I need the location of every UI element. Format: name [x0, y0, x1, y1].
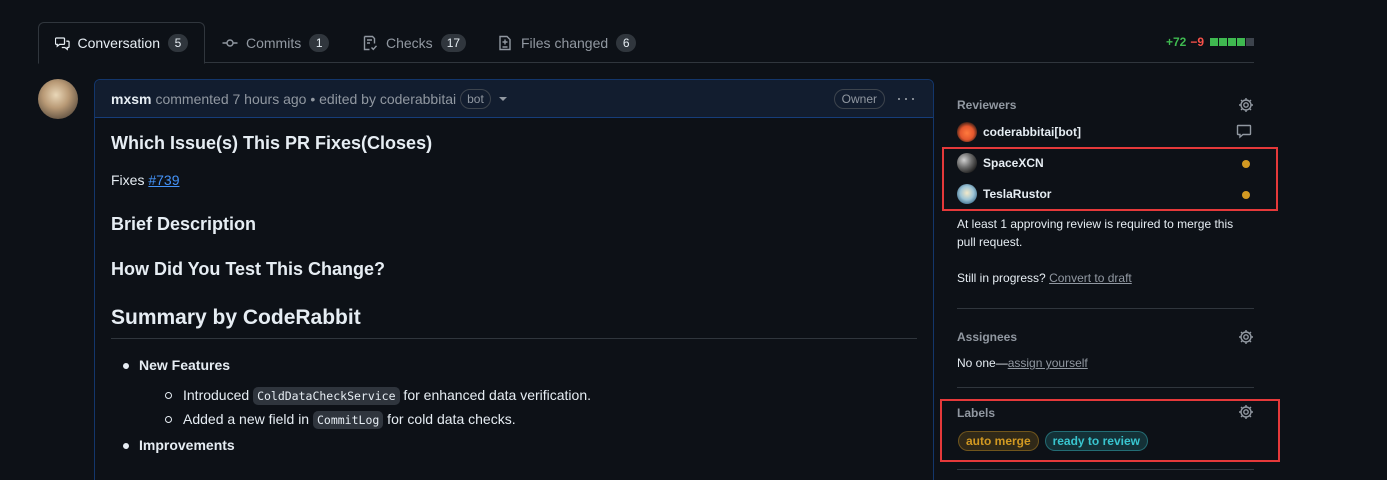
- divider: [957, 469, 1254, 470]
- diff-additions: +72: [1165, 35, 1187, 49]
- draft-hint: Still in progress? Convert to draft: [957, 269, 1132, 287]
- tab-counter: 17: [440, 33, 467, 52]
- diff-bar-block: [1210, 38, 1218, 46]
- tab-label: Conversation: [77, 35, 161, 51]
- diff-bar: [1210, 38, 1254, 46]
- tab-counter: 1: [309, 33, 330, 52]
- assignees-value: No one—assign yourself: [957, 354, 1088, 372]
- comment-header: mxsm commented 7 hours ago • edited by c…: [95, 80, 933, 118]
- inline-code: ColdDataCheckService: [253, 387, 400, 405]
- new-features-label: New Features: [139, 357, 231, 373]
- reviewer-name: coderabbitai[bot]: [983, 125, 1081, 139]
- comment-icon: [1236, 123, 1252, 139]
- assignees-gear-icon[interactable]: [1238, 329, 1254, 345]
- summary-list: New Features Introduced ColdDataCheckSer…: [123, 357, 917, 453]
- avatar: [957, 122, 977, 142]
- tab-commits[interactable]: Commits 1: [206, 22, 345, 63]
- item-text: for enhanced data verification.: [399, 387, 592, 403]
- tab-label: Commits: [246, 34, 302, 51]
- diff-deletions: −9: [1190, 35, 1204, 49]
- owner-badge: Owner: [833, 89, 885, 109]
- improvements-label: Improvements: [139, 437, 235, 453]
- kebab-horizontal-icon[interactable]: ···: [896, 88, 917, 108]
- tab-conversation[interactable]: Conversation 5: [38, 22, 205, 64]
- diff-bar-block: [1246, 38, 1254, 46]
- item-text: for cold data checks.: [383, 411, 516, 427]
- comment-author[interactable]: mxsm: [111, 91, 151, 107]
- item-text: Added a new field in: [183, 411, 313, 427]
- progress-text: Still in progress?: [957, 271, 1046, 285]
- checklist-icon: [363, 35, 378, 50]
- tab-files-changed[interactable]: Files changed 6: [481, 22, 652, 63]
- diffstat[interactable]: +72 −9: [1166, 35, 1254, 49]
- tab-counter: 5: [168, 34, 188, 52]
- item-text: Introduced: [183, 387, 254, 403]
- divider: [957, 308, 1254, 309]
- file-diff-icon: [499, 35, 511, 50]
- issue-link[interactable]: #739: [148, 172, 179, 188]
- author-avatar[interactable]: [38, 79, 78, 119]
- bot-badge: bot: [460, 88, 491, 109]
- reviewer-coderabbitai[interactable]: coderabbitai[bot]: [957, 122, 1254, 142]
- reviewers-gear-icon[interactable]: [1238, 97, 1254, 113]
- tab-label: Files changed: [521, 34, 609, 51]
- pr-description-comment: mxsm commented 7 hours ago • edited by c…: [94, 79, 934, 480]
- heading-summary: Summary by CodeRabbit: [111, 306, 917, 339]
- comment-meta[interactable]: commented 7 hours ago • edited by codera…: [155, 91, 456, 107]
- diff-bar-block: [1237, 38, 1245, 46]
- no-assignee-text: No one—: [957, 356, 1008, 370]
- comment-discussion-icon: [55, 37, 70, 51]
- diff-bar-block: [1228, 38, 1236, 46]
- list-item: Improvements: [123, 437, 917, 453]
- review-requirement-text: At least 1 approving review is required …: [957, 217, 1234, 249]
- list-item: New Features Introduced ColdDataCheckSer…: [123, 357, 917, 429]
- git-commit-icon: [222, 38, 238, 47]
- fixes-prefix: Fixes: [111, 172, 149, 188]
- reviewers-title[interactable]: Reviewers: [957, 98, 1016, 112]
- list-item: Introduced ColdDataCheckService for enha…: [165, 387, 917, 405]
- inline-code: CommitLog: [312, 411, 384, 429]
- sub-list: Introduced ColdDataCheckService for enha…: [165, 387, 917, 429]
- highlight-box: [942, 147, 1278, 211]
- convert-to-draft-link[interactable]: Convert to draft: [1049, 271, 1132, 285]
- assign-yourself-link[interactable]: assign yourself: [1008, 356, 1088, 370]
- highlight-box: [940, 399, 1280, 462]
- tab-label: Checks: [386, 34, 433, 51]
- heading-test: How Did You Test This Change?: [111, 259, 386, 279]
- diff-bar-block: [1219, 38, 1227, 46]
- assignees-title[interactable]: Assignees: [957, 330, 1017, 344]
- fixes-paragraph: Fixes #739: [111, 172, 917, 188]
- list-item: Added a new field in CommitLog for cold …: [165, 411, 917, 429]
- divider: [957, 387, 1254, 388]
- comment-body: Which Issue(s) This PR Fixes(Closes) Fix…: [95, 118, 933, 469]
- tab-counter: 6: [616, 33, 637, 52]
- tab-checks[interactable]: Checks 17: [346, 22, 482, 63]
- pr-tabs: Conversation 5 Commits 1 Checks 17 Files…: [38, 22, 1254, 64]
- heading-brief: Brief Description: [111, 214, 257, 234]
- edit-history-chevron-down-icon[interactable]: [498, 96, 507, 101]
- heading-issue: Which Issue(s) This PR Fixes(Closes): [111, 133, 433, 153]
